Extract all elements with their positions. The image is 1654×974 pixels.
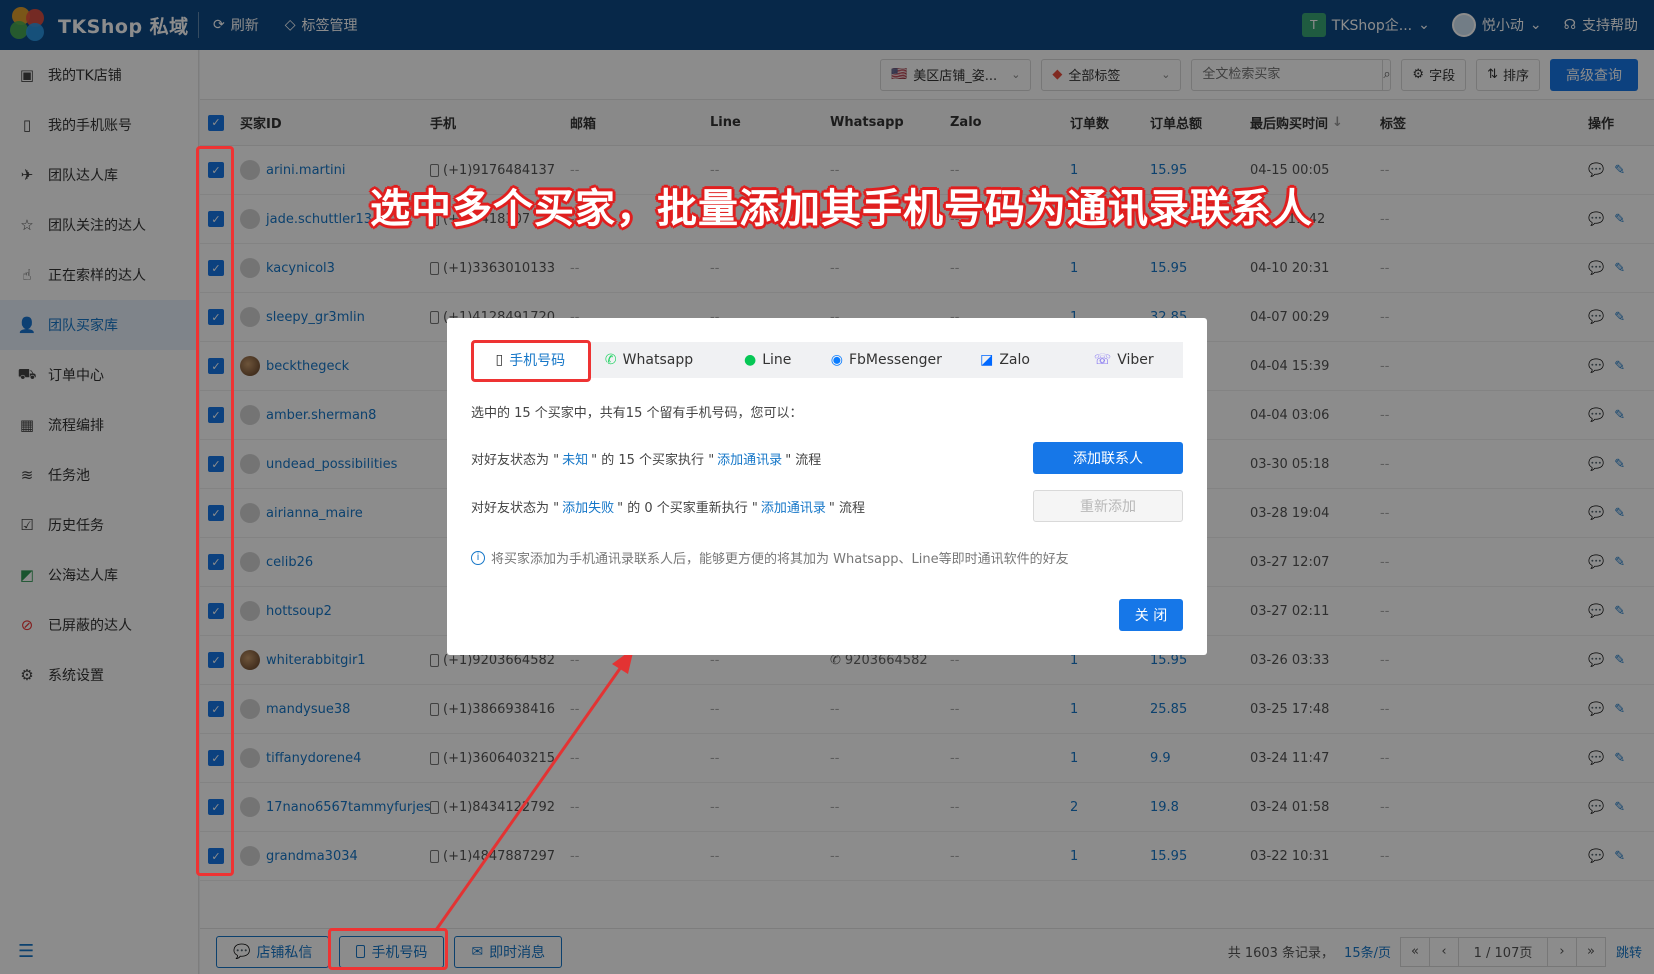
status-failed-link[interactable]: 添加失败 bbox=[562, 497, 614, 516]
tab-label: Whatsapp bbox=[622, 352, 694, 368]
annotation-tab-highlight bbox=[471, 340, 591, 382]
tab-line[interactable]: ● Line bbox=[708, 342, 827, 378]
row1-text-c: " 流程 bbox=[785, 452, 822, 468]
annotation-caption: 选中多个买家，批量添加其手机号码为通讯录联系人 bbox=[370, 186, 1313, 232]
tab-label: Line bbox=[762, 352, 792, 368]
info-icon: i bbox=[471, 550, 485, 565]
annotation-checkbox-highlight bbox=[196, 146, 234, 876]
add-contact-button[interactable]: 添加联系人 bbox=[1033, 442, 1183, 474]
dialog-tip: i 将买家添加为手机通讯录联系人后，能够更方便的将其加为 Whatsapp、Li… bbox=[471, 548, 1069, 567]
row1-text-b: " 的 15 个买家执行 " bbox=[591, 452, 715, 468]
tab-zalo[interactable]: ◪ Zalo bbox=[946, 342, 1065, 378]
unknown-status-row: 对好友状态为 " 未知 " 的 15 个买家执行 " 添加通讯录 " 流程 添加… bbox=[471, 442, 1183, 474]
readd-button[interactable]: 重新添加 bbox=[1033, 490, 1183, 522]
messenger-icon: ◉ bbox=[830, 352, 843, 368]
tab-label: Zalo bbox=[999, 352, 1030, 368]
row1-text-a: 对好友状态为 " bbox=[471, 452, 560, 468]
tab-label: Viber bbox=[1117, 352, 1154, 368]
close-button[interactable]: 关 闭 bbox=[1119, 599, 1183, 631]
annotation-phone-button-highlight bbox=[328, 928, 448, 970]
tab-viber[interactable]: ☏ Viber bbox=[1064, 342, 1183, 378]
line-icon: ● bbox=[743, 352, 757, 368]
row2-text-c: " 流程 bbox=[828, 500, 866, 516]
viber-icon: ☏ bbox=[1093, 352, 1112, 368]
status-unknown-link[interactable]: 未知 bbox=[562, 449, 588, 468]
row2-text-b: " 的 0 个买家重新执行 " bbox=[617, 500, 758, 516]
tab-whatsapp[interactable]: ✆ Whatsapp bbox=[590, 342, 709, 378]
add-contacts-flow-link-2[interactable]: 添加通讯录 bbox=[761, 497, 826, 516]
tab-messenger[interactable]: ◉ FbMessenger bbox=[827, 342, 946, 378]
row2-text-a: 对好友状态为 " bbox=[471, 500, 560, 516]
add-contacts-flow-link[interactable]: 添加通讯录 bbox=[717, 449, 782, 468]
zalo-icon: ◪ bbox=[980, 352, 994, 368]
tip-text: 将买家添加为手机通讯录联系人后，能够更方便的将其加为 Whatsapp、Line… bbox=[491, 552, 1069, 567]
failed-status-row: 对好友状态为 " 添加失败 " 的 0 个买家重新执行 " 添加通讯录 " 流程… bbox=[471, 490, 1183, 522]
whatsapp-icon: ✆ bbox=[604, 352, 617, 368]
dialog-description: 选中的 15 个买家中，共有15 个留有手机号码，您可以： bbox=[471, 406, 803, 421]
tab-label: FbMessenger bbox=[848, 352, 942, 368]
